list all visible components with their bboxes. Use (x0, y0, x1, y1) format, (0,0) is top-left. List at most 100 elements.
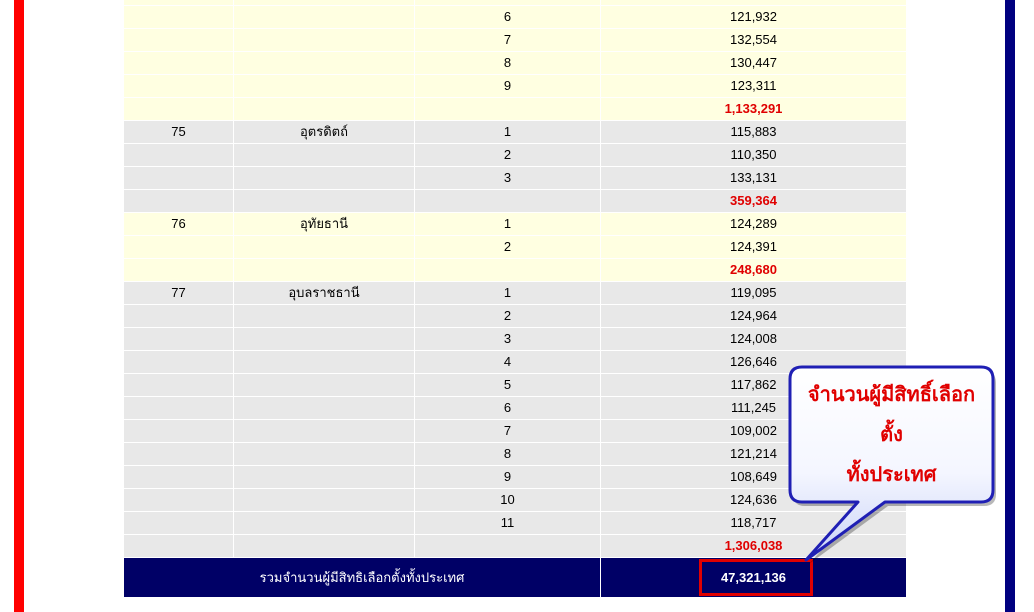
province-number-cell (124, 489, 234, 512)
callout-text: จำนวนผู้มีสิทธิ์เลือก ตั้ง ทั้งประเทศ (790, 375, 993, 495)
province-number-cell (124, 167, 234, 190)
district-number-cell: 7 (415, 29, 601, 52)
province-name-cell (234, 75, 415, 98)
voter-count-cell: 124,964 (601, 305, 906, 328)
callout-line: ตั้ง (880, 424, 903, 446)
district-number-cell: 8 (415, 52, 601, 75)
district-number-cell: 4 (415, 351, 601, 374)
callout-line: ทั้งประเทศ (846, 464, 937, 486)
province-number-cell (124, 328, 234, 351)
voter-count-cell: 119,095 (601, 282, 906, 305)
table-body: 6 121,932 7 132,554 8 130,447 9 123,311 1,133,29… (124, 6, 906, 558)
table-row: 3 124,008 (124, 328, 906, 351)
voter-count-cell: 123,311 (601, 75, 906, 98)
callout-line: จำนวนผู้มีสิทธิ์เลือก (807, 384, 976, 406)
province-name-cell (234, 190, 415, 213)
district-number-cell (415, 535, 601, 558)
province-name-cell (234, 52, 415, 75)
voter-table: 6 121,932 7 132,554 8 130,447 9 123,311 1,133,29… (124, 0, 906, 597)
province-name-cell (234, 351, 415, 374)
subtotal-row: 248,680 (124, 259, 906, 282)
district-number-cell: 7 (415, 420, 601, 443)
district-number-cell: 9 (415, 466, 601, 489)
table-row: 76 อุทัยธานี 1 124,289 (124, 213, 906, 236)
district-number-cell: 1 (415, 282, 601, 305)
table-row: 4 126,646 (124, 351, 906, 374)
province-number-cell (124, 144, 234, 167)
district-number-cell: 6 (415, 397, 601, 420)
subtotal-row: 1,306,038 (124, 535, 906, 558)
table-row: 6 121,932 (124, 6, 906, 29)
province-number-cell (124, 443, 234, 466)
table-row: 5 117,862 (124, 374, 906, 397)
district-number-cell: 3 (415, 167, 601, 190)
province-number-cell: 76 (124, 213, 234, 236)
voter-count-cell: 115,883 (601, 121, 906, 144)
province-name-cell (234, 443, 415, 466)
province-name-cell: อุบลราชธานี (234, 282, 415, 305)
province-number-cell (124, 75, 234, 98)
voter-count-cell: 121,932 (601, 6, 906, 29)
district-number-cell: 2 (415, 236, 601, 259)
province-name-cell (234, 98, 415, 121)
district-number-cell: 8 (415, 443, 601, 466)
table-row: 7 132,554 (124, 29, 906, 52)
grand-total-label: รวมจำนวนผู้มีสิทธิเลือกตั้งทั้งประเทศ (124, 558, 601, 597)
district-number-cell (415, 259, 601, 282)
province-number-cell (124, 305, 234, 328)
subtotal-value-cell: 1,133,291 (601, 98, 906, 121)
province-number-cell (124, 259, 234, 282)
table-row: 7 109,002 (124, 420, 906, 443)
table-row: 9 108,649 (124, 466, 906, 489)
province-name-cell (234, 29, 415, 52)
district-number-cell: 1 (415, 121, 601, 144)
district-number-cell: 6 (415, 6, 601, 29)
table-row: 77 อุบลราชธานี 1 119,095 (124, 282, 906, 305)
district-number-cell: 5 (415, 374, 601, 397)
table-row: 2 124,964 (124, 305, 906, 328)
province-name-cell (234, 259, 415, 282)
province-number-cell (124, 535, 234, 558)
district-number-cell (415, 190, 601, 213)
province-name-cell (234, 6, 415, 29)
province-name-cell (234, 489, 415, 512)
subtotal-row: 359,364 (124, 190, 906, 213)
province-name-cell (234, 144, 415, 167)
table-row: 2 110,350 (124, 144, 906, 167)
province-number-cell (124, 98, 234, 121)
highlight-box (699, 559, 813, 596)
district-number-cell: 11 (415, 512, 601, 535)
province-name-cell (234, 466, 415, 489)
voter-count-cell: 130,447 (601, 52, 906, 75)
province-number-cell: 77 (124, 282, 234, 305)
table-row: 2 124,391 (124, 236, 906, 259)
province-name-cell (234, 305, 415, 328)
province-number-cell: 75 (124, 121, 234, 144)
voter-count-cell: 124,008 (601, 328, 906, 351)
province-number-cell (124, 236, 234, 259)
voter-count-cell: 110,350 (601, 144, 906, 167)
right-accent-bar (1005, 0, 1015, 612)
voter-count-cell: 124,391 (601, 236, 906, 259)
province-number-cell (124, 190, 234, 213)
province-name-cell (234, 420, 415, 443)
subtotal-value-cell: 359,364 (601, 190, 906, 213)
voter-count-cell: 132,554 (601, 29, 906, 52)
province-number-cell (124, 6, 234, 29)
province-name-cell (234, 535, 415, 558)
district-number-cell: 10 (415, 489, 601, 512)
table-row: 6 111,245 (124, 397, 906, 420)
province-name-cell (234, 397, 415, 420)
province-number-cell (124, 397, 234, 420)
district-number-cell: 9 (415, 75, 601, 98)
table-row: 8 130,447 (124, 52, 906, 75)
province-name-cell (234, 512, 415, 535)
district-number-cell: 2 (415, 305, 601, 328)
province-number-cell (124, 420, 234, 443)
province-name-cell (234, 167, 415, 190)
province-name-cell: อุทัยธานี (234, 213, 415, 236)
voter-count-cell: 124,289 (601, 213, 906, 236)
province-name-cell (234, 374, 415, 397)
district-number-cell: 3 (415, 328, 601, 351)
voter-count-cell: 126,646 (601, 351, 906, 374)
